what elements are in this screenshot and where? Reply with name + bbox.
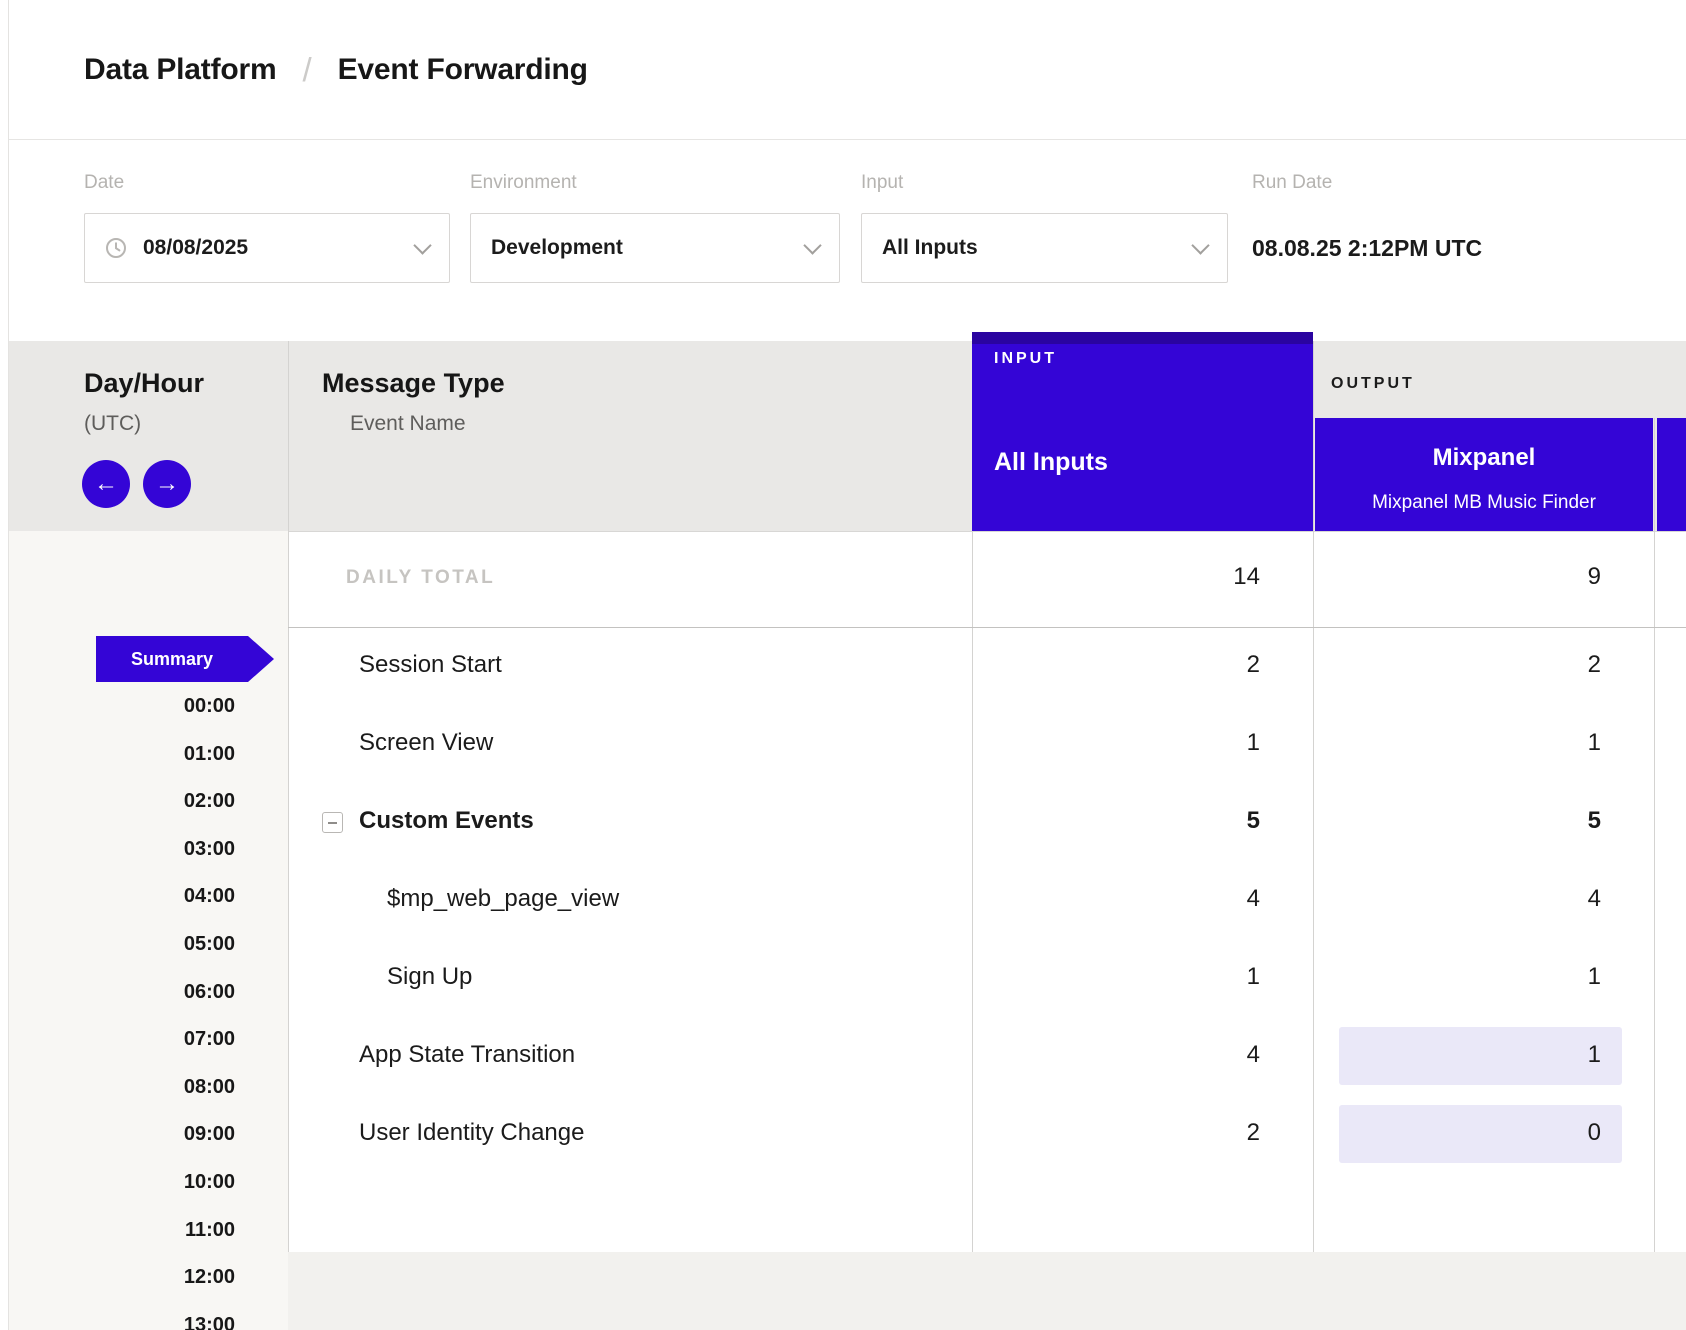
- hour-row-label[interactable]: 12:00: [96, 1266, 235, 1289]
- date-filter-label: Date: [84, 172, 124, 194]
- daily-total-label: DAILY TOTAL: [346, 567, 495, 589]
- hour-row-label[interactable]: 04:00: [96, 885, 235, 908]
- event-row-input-value: 2: [972, 651, 1260, 679]
- input-filter-label: Input: [861, 172, 903, 194]
- event-row-output-value: 1: [1313, 963, 1601, 991]
- message-type-header: Message Type: [322, 368, 505, 399]
- arrow-right-icon: →: [155, 472, 179, 496]
- input-column-title: All Inputs: [994, 448, 1108, 477]
- environment-filter-dropdown[interactable]: Development: [470, 213, 840, 283]
- event-row-name: $mp_web_page_view: [387, 885, 619, 913]
- breadcrumb: Data Platform / Event Forwarding: [9, 0, 1686, 140]
- day-hour-header: Day/Hour: [84, 368, 204, 399]
- day-hour-subtitle: (UTC): [84, 412, 141, 436]
- event-row-input-value: 5: [972, 807, 1260, 835]
- chevron-down-icon: [803, 236, 821, 254]
- hour-row-label[interactable]: 06:00: [96, 981, 235, 1004]
- event-row-input-value: 1: [972, 729, 1260, 757]
- hour-row-label[interactable]: 09:00: [96, 1123, 235, 1146]
- minus-glyph: [328, 822, 337, 824]
- date-filter-dropdown[interactable]: 08/08/2025: [84, 213, 450, 283]
- environment-filter-label: Environment: [470, 172, 577, 194]
- arrow-left-icon: ←: [94, 472, 118, 496]
- event-group-name: Custom Events: [359, 807, 534, 835]
- breadcrumb-section[interactable]: Data Platform: [84, 53, 276, 87]
- run-date-value: 08.08.25 2:12PM UTC: [1252, 235, 1482, 262]
- event-row-output-value: 2: [1313, 651, 1601, 679]
- daily-total-output-value: 9: [1313, 563, 1601, 591]
- hour-row-label[interactable]: 03:00: [96, 838, 235, 861]
- input-column-header[interactable]: INPUT All Inputs: [972, 332, 1313, 531]
- input-filter-dropdown[interactable]: All Inputs: [861, 213, 1228, 283]
- event-row-output-value: 0: [1313, 1119, 1601, 1147]
- event-row-input-value: 2: [972, 1119, 1260, 1147]
- event-row-name: Session Start: [359, 651, 502, 679]
- event-row-name: App State Transition: [359, 1041, 575, 1069]
- message-type-subtitle: Event Name: [350, 412, 466, 436]
- summary-badge-arrow: [248, 636, 274, 682]
- breadcrumb-separator: /: [302, 51, 311, 89]
- date-filter-value: 08/08/2025: [143, 236, 248, 260]
- next-day-button[interactable]: →: [143, 460, 191, 508]
- event-row-name: Sign Up: [387, 963, 472, 991]
- event-row-input-value: 1: [972, 963, 1260, 991]
- event-forwarding-page: Data Platform / Event Forwarding Date 08…: [0, 0, 1686, 1330]
- hour-row-label[interactable]: 11:00: [96, 1219, 235, 1242]
- output-column-title: Mixpanel: [1315, 444, 1653, 472]
- event-row-input-value: 4: [972, 885, 1260, 913]
- run-date-label: Run Date: [1252, 172, 1332, 194]
- hour-row-label[interactable]: 13:00: [96, 1314, 235, 1330]
- column-divider: [1313, 341, 1314, 1330]
- chevron-down-icon: [413, 236, 431, 254]
- collapse-minus-icon[interactable]: [322, 812, 343, 833]
- summary-row-badge[interactable]: Summary: [96, 636, 248, 682]
- clock-icon: [105, 237, 127, 259]
- event-row-output-value: 4: [1313, 885, 1601, 913]
- hour-row-label[interactable]: 02:00: [96, 790, 235, 813]
- hour-row-label[interactable]: 07:00: [96, 1028, 235, 1051]
- table-footer-area: [288, 1252, 1686, 1330]
- event-row-name: Screen View: [359, 729, 493, 757]
- hour-row-label[interactable]: 10:00: [96, 1171, 235, 1194]
- output-column-subtitle: Mixpanel MB Music Finder: [1315, 492, 1653, 514]
- summary-label: Summary: [131, 649, 213, 670]
- chevron-down-icon: [1191, 236, 1209, 254]
- daily-total-input-value: 14: [972, 563, 1260, 591]
- environment-filter-value: Development: [491, 236, 623, 260]
- input-column-selected-stripe: [972, 332, 1313, 344]
- column-divider: [288, 341, 289, 1330]
- event-row-output-value: 1: [1313, 729, 1601, 757]
- page-title: Event Forwarding: [338, 53, 588, 87]
- output-column-header-mixpanel[interactable]: Mixpanel Mixpanel MB Music Finder: [1315, 418, 1653, 531]
- column-divider: [1654, 418, 1655, 1330]
- hour-row-label[interactable]: 05:00: [96, 933, 235, 956]
- input-section-label: INPUT: [994, 350, 1057, 368]
- output-column-header-next-partial[interactable]: [1657, 418, 1686, 531]
- event-row-input-value: 4: [972, 1041, 1260, 1069]
- input-filter-value: All Inputs: [882, 236, 978, 260]
- hour-row-label[interactable]: 00:00: [96, 695, 235, 718]
- hour-row-label[interactable]: 08:00: [96, 1076, 235, 1099]
- event-row-output-value: 5: [1313, 807, 1601, 835]
- daily-total-separator: [288, 627, 1686, 628]
- previous-day-button[interactable]: ←: [82, 460, 130, 508]
- event-row-output-value: 1: [1313, 1041, 1601, 1069]
- event-row-name: User Identity Change: [359, 1119, 584, 1147]
- output-section-label: OUTPUT: [1331, 375, 1415, 393]
- hour-row-label[interactable]: 01:00: [96, 743, 235, 766]
